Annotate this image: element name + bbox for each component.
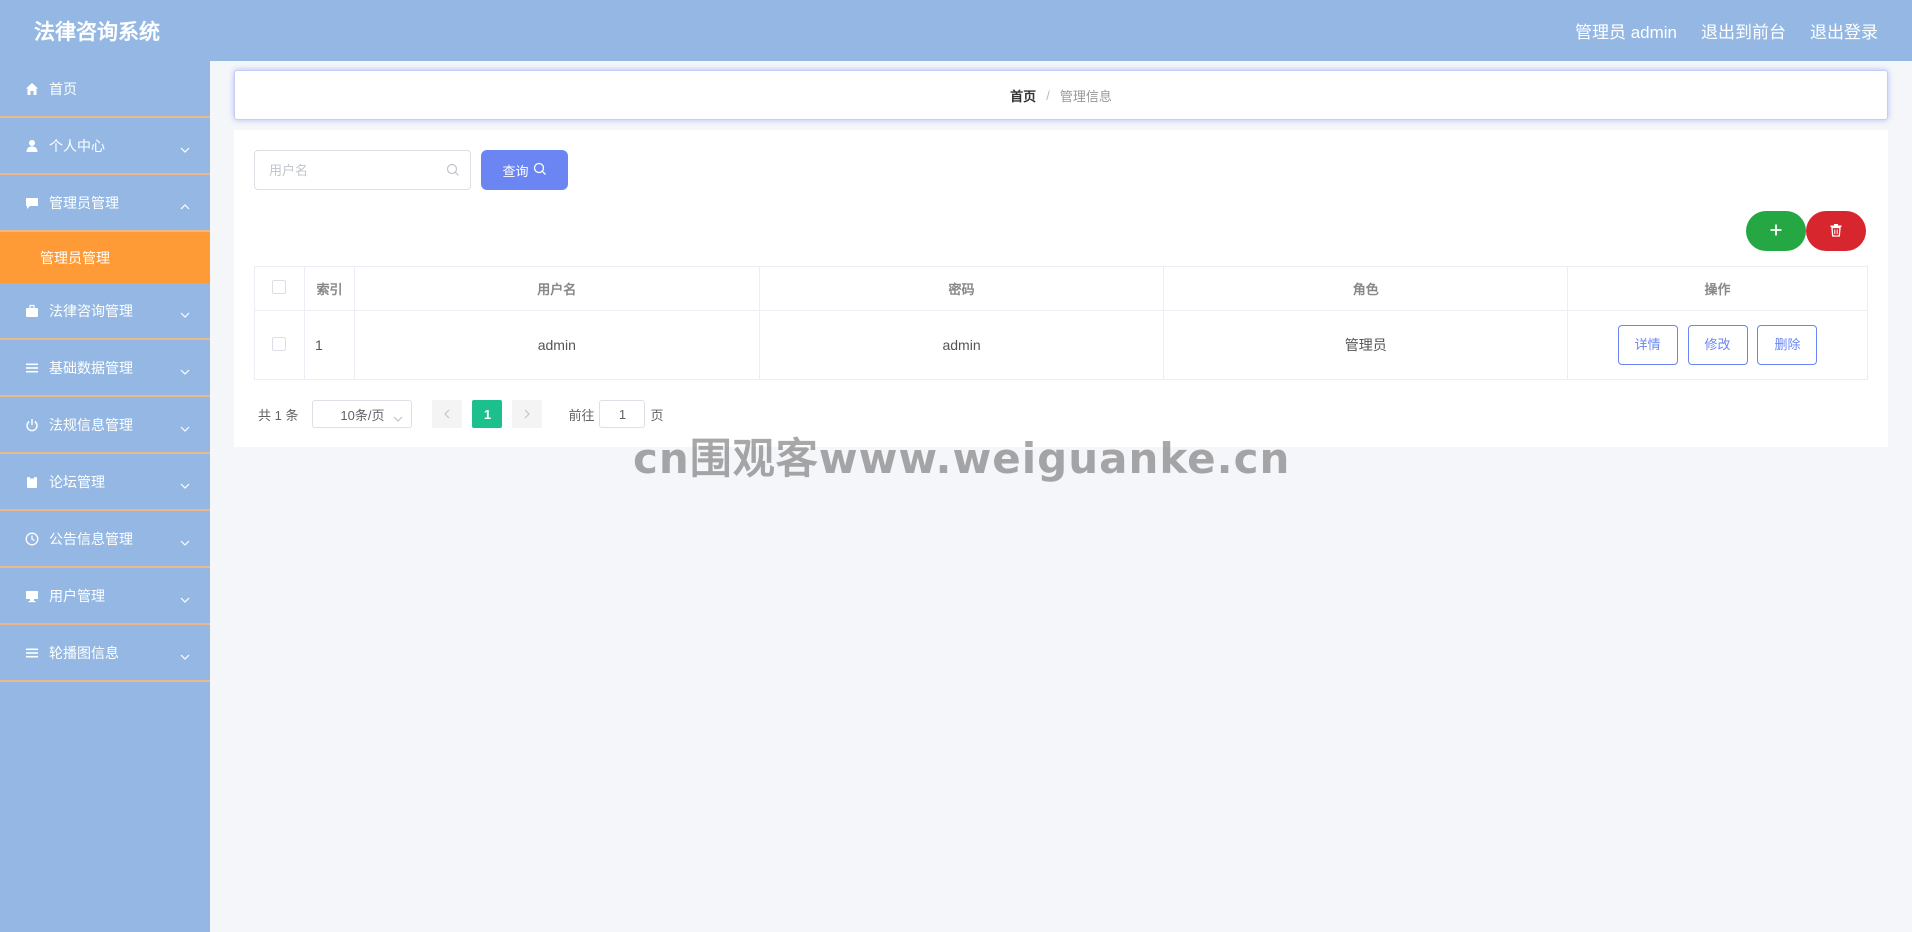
breadcrumb-current: 管理信息 (1059, 88, 1112, 104)
header-username: 用户名 (353, 266, 760, 311)
sidebar-item-personal-center[interactable]: 个人中心 (0, 118, 210, 175)
goto-page-input[interactable] (599, 400, 646, 428)
search-icon (446, 163, 460, 180)
row-checkbox[interactable] (272, 336, 287, 351)
breadcrumb-separator: / (1046, 87, 1050, 103)
sidebar-item-home[interactable]: 首页 (0, 61, 210, 118)
chat-icon (24, 195, 40, 211)
pagination-total: 共 1 条 (258, 407, 299, 423)
sidebar-item-legal-consult[interactable]: 法律咨询管理 (0, 283, 210, 340)
add-button[interactable] (1746, 211, 1806, 251)
watermark: cn围观客www.weiguanke.cn (633, 434, 1291, 483)
power-icon (24, 417, 40, 433)
sidebar: 首页 个人中心 管理员管理 管理员管理 法律咨询管理 基础数据管理 法规信息管理 (0, 61, 210, 932)
list-icon (24, 360, 40, 376)
username-search-input[interactable] (255, 151, 435, 189)
header-actions: 操作 (1567, 266, 1868, 311)
chevron-down-icon (180, 590, 190, 606)
cell-actions: 详情 修改 删除 (1567, 310, 1868, 380)
plus-icon (1769, 223, 1783, 240)
header-role: 角色 (1163, 266, 1569, 311)
chevron-down-icon (180, 362, 190, 378)
sidebar-item-label: 基础数据管理 (49, 359, 133, 376)
sidebar-item-users[interactable]: 用户管理 (0, 568, 210, 625)
delete-button[interactable]: 删除 (1757, 325, 1818, 365)
row-select-cell (254, 310, 305, 380)
chevron-down-icon (180, 419, 190, 435)
chevron-down-icon (180, 533, 190, 549)
chevron-right-icon (524, 407, 531, 422)
select-all-cell (254, 266, 305, 311)
batch-delete-button[interactable] (1806, 211, 1866, 251)
top-header: 法律咨询系统 管理员 admin 退出到前台 退出登录 (0, 0, 1912, 61)
header-index: 索引 (303, 266, 355, 311)
back-to-front-link[interactable]: 退出到前台 (1701, 18, 1786, 43)
sidebar-item-forum[interactable]: 论坛管理 (0, 454, 210, 511)
clipboard-icon (24, 474, 40, 490)
sidebar-item-regulations[interactable]: 法规信息管理 (0, 397, 210, 454)
current-user-label: 管理员 admin (1574, 23, 1677, 42)
sidebar-item-label: 论坛管理 (49, 473, 105, 490)
sidebar-item-label: 用户管理 (49, 587, 105, 604)
cell-password: admin (758, 310, 1165, 380)
breadcrumb-home[interactable]: 首页 (1010, 86, 1036, 105)
sidebar-subitem-admin-management[interactable]: 管理员管理 (0, 232, 210, 283)
trash-icon (1829, 223, 1843, 240)
breadcrumb: 首页 / 管理信息 (234, 70, 1888, 120)
page-number-current[interactable]: 1 (472, 400, 503, 428)
sidebar-item-label: 管理员管理 (49, 194, 119, 211)
chevron-down-icon (180, 140, 190, 156)
sidebar-item-label: 轮播图信息 (49, 644, 119, 661)
briefcase-icon (24, 303, 40, 319)
app-title: 法律咨询系统 (34, 20, 160, 44)
edit-button[interactable]: 修改 (1687, 325, 1748, 365)
sidebar-item-basic-data[interactable]: 基础数据管理 (0, 340, 210, 397)
user-icon (24, 138, 40, 154)
chevron-up-icon (180, 197, 190, 213)
prev-page-button[interactable] (432, 400, 463, 428)
sidebar-item-label: 公告信息管理 (49, 530, 133, 547)
logout-link[interactable]: 退出登录 (1810, 18, 1878, 43)
chevron-down-icon (180, 476, 190, 492)
table-header-row: 索引 用户名 密码 角色 操作 (254, 266, 1868, 311)
query-button[interactable]: 查询 (481, 150, 568, 190)
page-size-select[interactable]: 10条/页 (312, 400, 413, 428)
sidebar-item-label: 首页 (49, 80, 77, 97)
content-card: 查询 索引 用户名 密码 (234, 130, 1888, 447)
select-all-checkbox[interactable] (272, 280, 287, 294)
chevron-down-icon (180, 647, 190, 663)
monitor-icon (24, 588, 40, 604)
admin-table: 索引 用户名 密码 角色 操作 1 admin admin 管理员 详情 修改 (254, 266, 1868, 380)
next-page-button[interactable] (512, 400, 543, 428)
sidebar-item-label: 法规信息管理 (49, 416, 133, 433)
chevron-down-icon (180, 305, 190, 321)
username-search-field (254, 150, 471, 190)
sidebar-item-carousel[interactable]: 轮播图信息 (0, 625, 210, 682)
detail-button[interactable]: 详情 (1617, 325, 1678, 365)
chevron-down-icon (393, 410, 403, 425)
sidebar-item-notices[interactable]: 公告信息管理 (0, 511, 210, 568)
cell-username: admin (353, 310, 760, 380)
sidebar-item-label: 个人中心 (49, 137, 105, 154)
query-button-label: 查询 (502, 163, 529, 179)
header-password: 密码 (758, 266, 1165, 311)
header-actions: 管理员 admin 退出到前台 退出登录 (1575, 18, 1878, 43)
page-size-value: 10条/页 (340, 407, 385, 423)
chevron-left-icon (444, 407, 450, 422)
clock-icon (24, 531, 40, 547)
list-icon (24, 645, 40, 661)
main-content: 首页 / 管理信息 查询 (210, 61, 1912, 932)
home-icon (24, 81, 40, 97)
goto-suffix: 页 (650, 407, 664, 423)
goto-prefix: 前往 (568, 407, 595, 423)
pagination: 共 1 条 10条/页 1 前往 页 (258, 400, 664, 428)
sidebar-item-admin-management[interactable]: 管理员管理 (0, 175, 210, 232)
cell-index: 1 (303, 310, 355, 380)
table-row: 1 admin admin 管理员 详情 修改 删除 (254, 310, 1868, 380)
cell-role: 管理员 (1163, 310, 1569, 380)
sidebar-item-label: 法律咨询管理 (49, 302, 133, 319)
search-icon (533, 162, 547, 179)
